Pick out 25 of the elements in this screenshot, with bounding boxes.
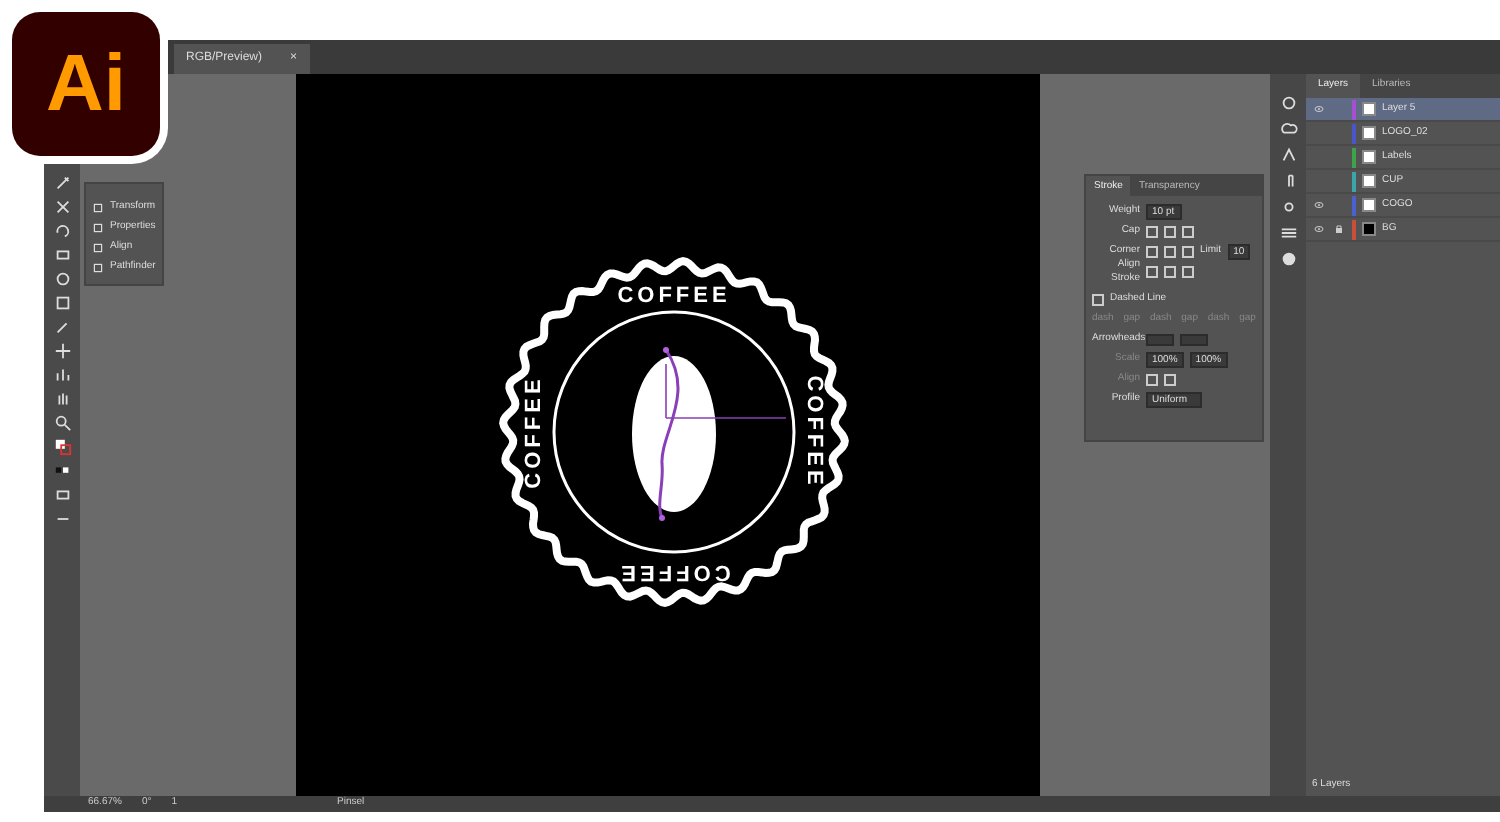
- fill-stroke-icon[interactable]: [53, 438, 71, 456]
- badge-text: COFFEE: [617, 283, 731, 308]
- rotate-icon[interactable]: [53, 222, 71, 240]
- logo: Ai: [12, 12, 160, 156]
- transform-icon: [92, 202, 104, 214]
- color-icon[interactable]: [1279, 250, 1297, 268]
- align-icon: [92, 242, 104, 254]
- lock-icon[interactable]: [1332, 224, 1346, 234]
- frame-icon[interactable]: [53, 294, 71, 312]
- cloud-icon[interactable]: [1279, 120, 1297, 138]
- pathfinder-icon: [92, 262, 104, 274]
- pen-icon[interactable]: [53, 174, 71, 192]
- checkbox[interactable]: [1092, 294, 1104, 306]
- selected-path[interactable]: [658, 347, 787, 521]
- badge-text: COFFEE: [617, 560, 731, 585]
- eye-icon[interactable]: [1312, 200, 1326, 210]
- badge-text: COFFEE: [521, 375, 546, 489]
- graph-icon[interactable]: [53, 366, 71, 384]
- eye-icon[interactable]: [1312, 224, 1326, 234]
- zoom-icon[interactable]: [53, 414, 71, 432]
- properties-icon: [92, 222, 104, 234]
- shape-icon[interactable]: [53, 270, 71, 288]
- stroke-icon[interactable]: [1279, 224, 1297, 242]
- eye-icon[interactable]: [1312, 104, 1326, 114]
- badge-text: COFFEE: [802, 375, 827, 489]
